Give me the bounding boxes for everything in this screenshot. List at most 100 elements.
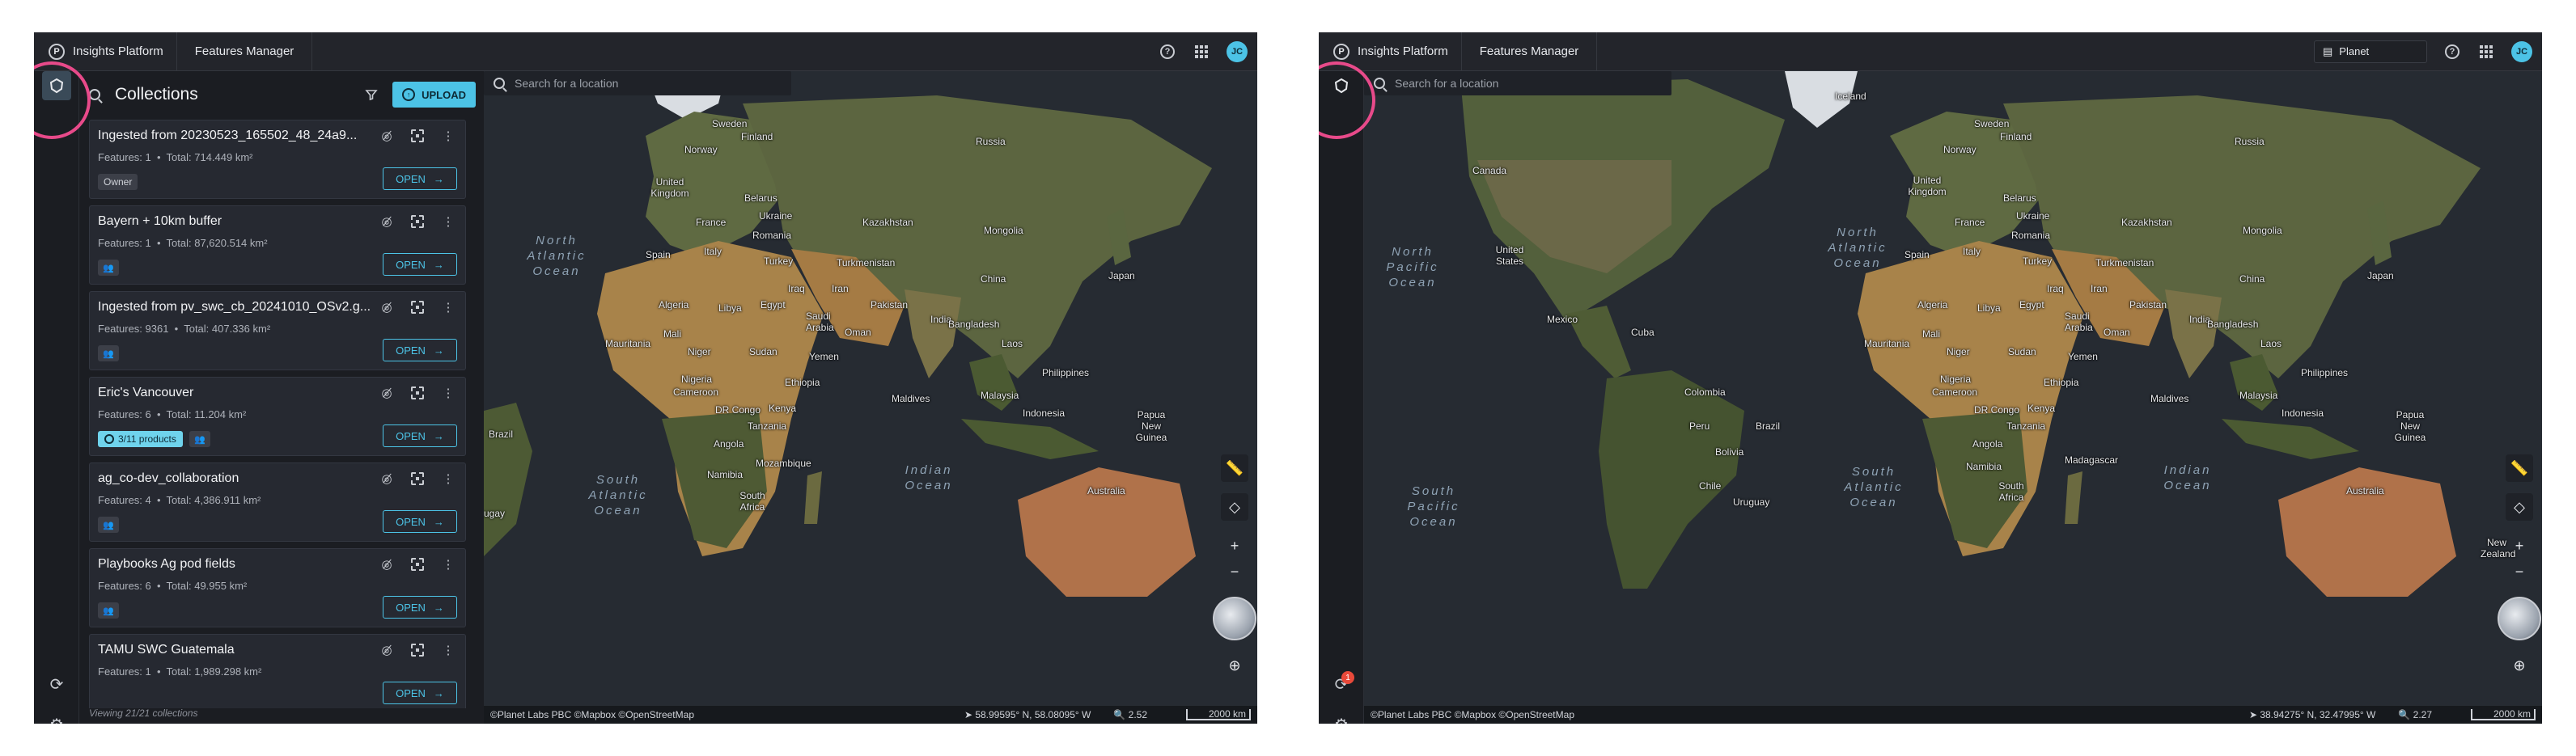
map-label: Papua New Guinea (2394, 409, 2426, 443)
measure-button[interactable]: 📏 (2506, 454, 2533, 482)
open-label: OPEN (396, 258, 426, 271)
collection-card[interactable]: TAMU SWC Guatemala ◎̸ ⋮ Features: 1 • Tot… (89, 634, 466, 708)
location-search[interactable] (1364, 71, 1671, 95)
zoom-to-extent-button[interactable] (409, 213, 426, 230)
collection-card[interactable]: Playbooks Ag pod fields ◎̸ ⋮ Features: 6 … (89, 548, 466, 627)
map-label: Saudi Arabia (2065, 310, 2093, 333)
zoom-to-extent-button[interactable] (409, 384, 426, 402)
open-label: OPEN (396, 172, 426, 185)
map-attribution[interactable]: ©Planet Labs PBC ©Mapbox ©OpenStreetMap (1371, 709, 1574, 720)
visibility-off-icon[interactable]: ◎̸ (378, 213, 396, 230)
settings-rail-button[interactable]: ⚙ (42, 710, 71, 724)
more-options-icon[interactable]: ⋮ (439, 127, 457, 145)
map-label: Norway (684, 144, 718, 155)
zoom-out-button[interactable]: − (2506, 558, 2533, 585)
open-button[interactable]: OPEN → (383, 253, 457, 276)
feature-count: Features: 1 (98, 151, 151, 163)
zoom-to-extent-button[interactable] (409, 470, 426, 488)
layers-button[interactable]: ◇ (2506, 493, 2533, 521)
map-label: Egypt (761, 299, 786, 310)
location-search[interactable] (484, 71, 791, 95)
open-button[interactable]: OPEN → (383, 682, 457, 704)
collection-card[interactable]: Ingested from pv_swc_cb_20241010_OSv2.g.… (89, 291, 466, 370)
map-label: Romania (752, 230, 792, 241)
more-options-icon[interactable]: ⋮ (439, 555, 457, 573)
more-options-icon[interactable]: ⋮ (439, 470, 457, 488)
products-badge[interactable]: 3/11 products (98, 431, 183, 447)
breadcrumb-features-manager[interactable]: Features Manager (177, 32, 313, 71)
visibility-off-icon[interactable]: ◎̸ (378, 127, 396, 145)
basemap-selector[interactable]: ▤ Planet (2314, 40, 2427, 63)
map-label: Kazakhstan (2121, 217, 2172, 228)
upload-button[interactable]: ↑ UPLOAD (392, 82, 476, 108)
filter-button[interactable] (358, 82, 384, 108)
breadcrumb-features-manager[interactable]: Features Manager (1462, 32, 1598, 71)
map-label: Tanzania (748, 420, 787, 432)
visibility-off-icon[interactable]: ◎̸ (378, 470, 396, 488)
zoom-out-button[interactable]: − (1221, 558, 1248, 585)
collection-card[interactable]: Ingested from 20230523_165502_48_24a9...… (89, 120, 466, 199)
zoom-to-extent-button[interactable] (409, 641, 426, 659)
more-options-icon[interactable]: ⋮ (439, 384, 457, 402)
open-button[interactable]: OPEN → (383, 596, 457, 619)
map-label: Madagascar (2065, 454, 2119, 466)
map-label: Namibia (1966, 461, 2002, 472)
left-rail: ⟳ ⚙ (34, 71, 79, 724)
zoom-to-extent-button[interactable] (409, 127, 426, 145)
map-label: Uruguay (1733, 496, 1770, 508)
zoom-in-button[interactable]: + (2506, 532, 2533, 560)
notification-badge: 1 (1341, 671, 1354, 684)
open-button[interactable]: OPEN → (383, 424, 457, 447)
zoom-to-button[interactable]: ⊕ (1221, 652, 1248, 679)
open-button[interactable]: OPEN → (383, 167, 457, 190)
visibility-off-icon[interactable]: ◎̸ (378, 298, 396, 316)
open-button[interactable]: OPEN → (383, 510, 457, 533)
zoom-in-button[interactable]: + (1221, 532, 1248, 560)
globe-projection-button[interactable] (2498, 597, 2541, 640)
zoom-to-extent-button[interactable] (409, 298, 426, 316)
open-label: OPEN (396, 344, 426, 357)
user-avatar[interactable]: JC (2511, 40, 2532, 62)
apps-button[interactable] (1193, 43, 1210, 61)
feature-count: Features: 1 (98, 665, 151, 678)
open-button[interactable]: OPEN → (383, 339, 457, 361)
visibility-off-icon[interactable]: ◎̸ (378, 384, 396, 402)
cursor-coordinates: ➤ 38.94275° N, 32.47995° W (2248, 709, 2376, 720)
globe-projection-button[interactable] (1213, 597, 1256, 640)
help-button[interactable]: ? (1159, 43, 1176, 61)
more-options-icon[interactable]: ⋮ (439, 213, 457, 230)
sync-rail-button[interactable]: ⟳ (42, 669, 71, 699)
map-label: Laos (2260, 338, 2282, 349)
visibility-off-icon[interactable]: ◎̸ (378, 555, 396, 573)
map-view[interactable]: Iceland Finland Sweden Norway Russia Can… (1364, 71, 2542, 724)
collection-card[interactable]: ag_co-dev_collaboration ◎̸ ⋮ Features: 4 … (89, 462, 466, 542)
collection-name: Ingested from pv_swc_cb_20241010_OSv2.g.… (98, 300, 371, 314)
map-label: Egypt (2019, 299, 2044, 310)
visibility-off-icon[interactable]: ◎̸ (378, 641, 396, 659)
collection-card[interactable]: Bayern + 10km buffer ◎̸ ⋮ Features: 1 • T… (89, 205, 466, 285)
map-label: Namibia (707, 469, 744, 480)
user-avatar[interactable]: JC (1227, 40, 1248, 62)
collection-card[interactable]: Eric's Vancouver ◎̸ ⋮ Features: 6 • Total… (89, 377, 466, 456)
settings-rail-button[interactable]: ⚙ (1327, 710, 1356, 724)
search-icon[interactable] (89, 89, 100, 100)
layers-button[interactable]: ◇ (1221, 493, 1248, 521)
sync-rail-button[interactable]: ⟳ 1 (1327, 669, 1356, 699)
arrow-right-icon: → (433, 686, 444, 699)
map-attribution[interactable]: ©Planet Labs PBC ©Mapbox ©OpenStreetMap (490, 709, 694, 720)
measure-button[interactable]: 📏 (1221, 454, 1248, 482)
feature-count: Features: 1 (98, 237, 151, 249)
map-view[interactable]: Sweden Finland Norway Russia United King… (484, 71, 1257, 724)
more-options-icon[interactable]: ⋮ (439, 298, 457, 316)
map-label: Bolivia (1715, 446, 1744, 458)
map-label: Cameroon (673, 386, 719, 398)
more-options-icon[interactable]: ⋮ (439, 641, 457, 659)
location-search-input[interactable] (515, 77, 757, 90)
apps-button[interactable] (2477, 43, 2495, 61)
map-label: Nigeria (1940, 374, 1972, 385)
help-button[interactable]: ? (2443, 43, 2461, 61)
filter-icon (365, 90, 378, 101)
zoom-to-extent-button[interactable] (409, 555, 426, 573)
location-search-input[interactable] (1395, 77, 1638, 90)
zoom-to-button[interactable]: ⊕ (2506, 652, 2533, 679)
